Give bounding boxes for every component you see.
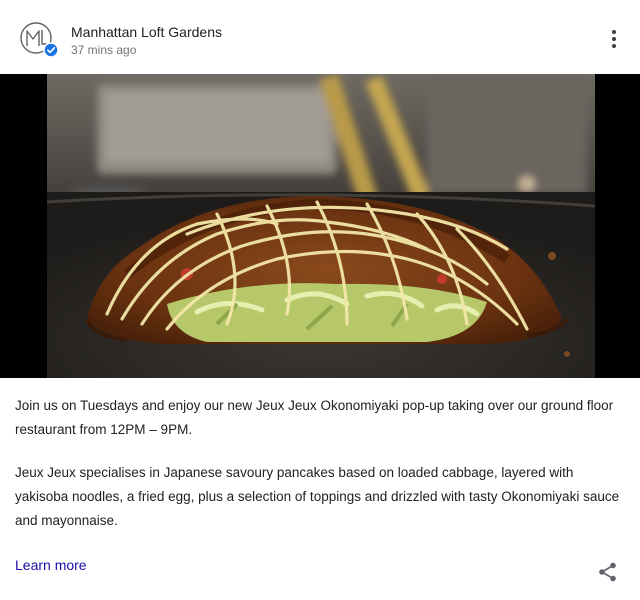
avatar[interactable]: [18, 20, 60, 62]
author-name[interactable]: Manhattan Loft Gardens: [71, 24, 222, 40]
more-vert-icon: [612, 30, 616, 34]
share-icon: [599, 562, 616, 582]
post-image[interactable]: [0, 74, 640, 378]
post-time: 37 mins ago: [71, 43, 137, 57]
post-card: Manhattan Loft Gardens 37 mins ago Join …: [0, 0, 640, 600]
okonomiyaki-photo: [47, 74, 595, 378]
post-paragraph: Join us on Tuesdays and enjoy our new Je…: [15, 398, 614, 437]
post-header: Manhattan Loft Gardens 37 mins ago: [0, 0, 640, 74]
more-options-button[interactable]: [600, 25, 628, 53]
post-body: Join us on Tuesdays and enjoy our new Je…: [15, 394, 625, 552]
logo-icon: [20, 22, 59, 58]
post-paragraph: Jeux Jeux specialises in Japanese savour…: [15, 465, 620, 528]
learn-more-link[interactable]: Learn more: [15, 557, 87, 573]
verified-badge-icon: [43, 42, 59, 58]
share-button[interactable]: [596, 560, 620, 584]
